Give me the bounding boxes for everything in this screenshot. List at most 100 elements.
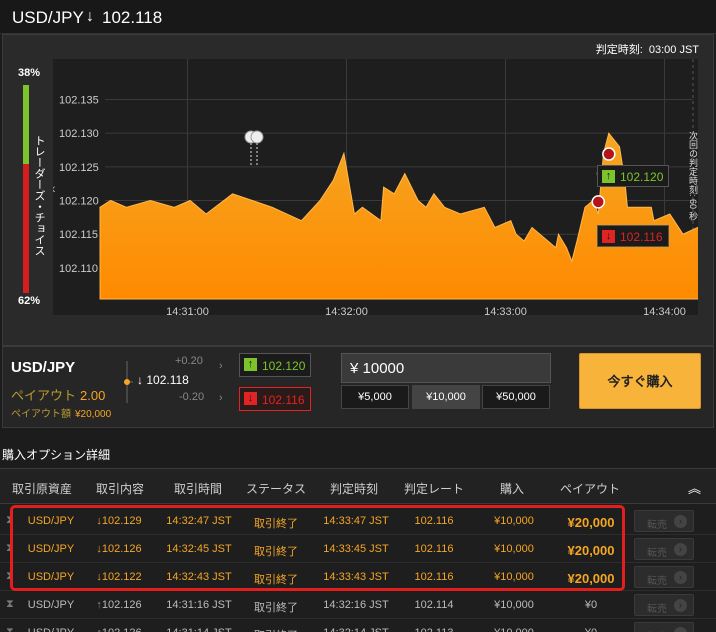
table-row[interactable]: ⧗ USD/JPY ↓102.122 14:32:43 JST 取引終了 14:33:43… <box>0 563 716 591</box>
y-tick-label: 102.115 <box>59 229 98 241</box>
cell-time: 14:32:47 JST <box>166 515 232 527</box>
trader-up-fill <box>23 85 29 165</box>
collapse-icon[interactable]: ︽ <box>688 478 701 497</box>
amount-input[interactable]: ¥ 10000 <box>341 353 551 383</box>
y-tick-label: 102.110 <box>59 263 98 275</box>
title-bar: USD/JPY ↓ 102.118 <box>0 0 716 34</box>
cell-rate: ↑102.126 <box>96 599 142 611</box>
trader-up-percent: 38% <box>17 67 41 79</box>
trader-down-percent: 62% <box>17 295 41 307</box>
resale-button[interactable]: 転売› <box>634 622 694 632</box>
cell-pair: USD/JPY <box>27 543 75 555</box>
current-rate-dot <box>124 379 130 385</box>
next-judge-label: 次回の判定時刻: 60 秒 <box>688 131 698 221</box>
resale-button[interactable]: 転売› <box>634 594 694 616</box>
column-header-asset: 取引原資産 <box>11 482 72 496</box>
cell-judge-rate: 102.114 <box>414 599 454 611</box>
svg-text:›: › <box>219 360 223 372</box>
range-up: +0.20 <box>175 355 203 367</box>
purchase-details-table: 取引原資産 取引内容 取引時間 ステータス 判定時刻 判定レート 購入 ペイアウ… <box>0 468 716 632</box>
table-row[interactable]: ⧗ USD/JPY ↓102.129 14:32:47 JST 取引終了 14:33:47… <box>0 507 716 535</box>
payout-amount: ペイアウト額 ¥20,000 <box>11 409 112 420</box>
cell-pair: USD/JPY <box>26 627 76 632</box>
payout-rate: ペイアウト 2.00 <box>11 388 106 403</box>
column-header-content: 取引内容 <box>95 482 144 496</box>
resale-button[interactable]: 転売› <box>634 510 694 532</box>
x-tick-label: 14:32:00 <box>325 306 368 315</box>
y-tick-label: 102.135 <box>59 95 99 107</box>
hourglass-icon: ⧗ <box>6 514 14 526</box>
y-tick-label: 102.130 <box>59 128 99 140</box>
chevron-right-icon: › <box>674 543 687 556</box>
resale-button[interactable]: 転売› <box>634 566 694 588</box>
x-tick-label: 14:33:00 <box>484 306 527 315</box>
hourglass-icon: ⧗ <box>6 542 14 554</box>
cell-judge: 14:33:43 JST <box>323 571 389 583</box>
hourglass-icon: ⧗ <box>6 626 14 632</box>
preset-50000-button[interactable]: ¥50,000 <box>482 385 550 409</box>
cell-status: 取引終了 <box>254 574 298 586</box>
column-header-status: ステータス <box>245 482 306 496</box>
cell-rate: ↓102.122 <box>96 571 142 583</box>
low-button[interactable]: ↓ 102.116 <box>239 387 311 411</box>
cell-rate: ↑102.126 <box>84 627 154 632</box>
cell-pair: USD/JPY <box>27 515 75 527</box>
column-header-time: 取引時間 <box>173 482 222 496</box>
cell-judge-rate: 102.116 <box>414 543 454 555</box>
hourglass-icon: ⧗ <box>6 598 14 610</box>
table-row[interactable]: ⧗ USD/JPY ↑102.126 14:31:16 JST 取引終了 14:32:16… <box>0 591 716 619</box>
high-button[interactable]: ↑ 102.120 <box>239 353 311 377</box>
chevron-right-icon: › <box>674 571 687 584</box>
x-tick-label: 14:31:00 <box>166 306 209 315</box>
order-current-rate: ↓ 102.118 <box>137 373 189 387</box>
cell-time: 14:31:16 JST <box>166 599 232 611</box>
low-rate-marker: ↓ 102.116 <box>597 225 669 247</box>
cell-payout: ¥20,000 <box>567 571 615 586</box>
cell-judge: 14:32:16 JST <box>323 599 389 611</box>
hourglass-icon: ⧗ <box>6 570 14 582</box>
preset-10000-button[interactable]: ¥10,000 <box>412 385 480 409</box>
price-chart-svg: 102.135 102.130 102.125 102.120 102.115 102.1… <box>53 59 698 315</box>
cell-judge-rate: 102.113 <box>404 627 464 632</box>
cell-pair: USD/JPY <box>27 599 75 611</box>
cell-payout: ¥0 <box>558 627 624 632</box>
purchase-details-title: 購入オプション詳細 <box>2 448 111 462</box>
price-chart[interactable]: 102.135 102.130 102.125 102.120 102.115 102.1… <box>53 59 698 315</box>
cell-payout: ¥0 <box>584 599 598 611</box>
cell-payout: ¥20,000 <box>567 543 615 558</box>
resale-button[interactable]: 転売› <box>634 538 694 560</box>
trader-choice-bar <box>23 85 29 293</box>
chevron-right-icon: › <box>674 599 687 612</box>
table-row[interactable]: ⧗ USD/JPY ↓102.126 14:32:45 JST 取引終了 14:33:45… <box>0 535 716 563</box>
cell-rate: ↓102.129 <box>96 515 142 527</box>
cell-judge-rate: 102.116 <box>414 571 454 583</box>
cell-time: 14:31:14 JST <box>162 627 236 632</box>
chevron-left-icon: ‹ <box>53 180 56 196</box>
cell-payout: ¥20,000 <box>567 515 615 530</box>
svg-text:›: › <box>219 392 223 404</box>
cell-time: 14:32:45 JST <box>166 543 232 555</box>
cell-purchase: ¥10,000 <box>494 543 534 555</box>
buy-now-button[interactable]: 今すぐ購入 <box>579 353 701 409</box>
entry-marker <box>591 195 605 209</box>
cell-judge: 14:33:47 JST <box>323 515 389 527</box>
cell-status: 取引終了 <box>254 602 298 614</box>
down-arrow-icon: ↓ <box>86 8 94 25</box>
table-row[interactable]: ⧗ USD/JPY ↑102.126 14:31:14 JST 取引終了 14:32:14… <box>0 619 716 632</box>
down-arrow-icon: ↓ <box>244 392 257 405</box>
entry-marker <box>602 147 616 161</box>
cell-status: 取引終了 <box>254 546 298 558</box>
order-panel: USD/JPY ペイアウト 2.00 ペイアウト額 ¥20,000 › › ↓ 10… <box>2 346 714 428</box>
trader-choice-gauge: 38% トレーダーズ・チョイス 62% <box>9 65 49 307</box>
x-tick-label: 14:34:00 <box>643 306 686 315</box>
column-header-purchase: 購入 <box>499 482 524 496</box>
trader-choice-label: トレーダーズ・チョイス <box>33 135 45 256</box>
cell-status: 取引終了 <box>254 518 298 530</box>
chevron-right-icon: › <box>674 515 687 528</box>
range-down: -0.20 <box>179 391 205 403</box>
cell-judge-rate: 102.116 <box>414 515 454 527</box>
cell-status: 取引終了 <box>246 627 306 632</box>
cell-purchase: ¥10,000 <box>494 515 534 527</box>
up-arrow-icon: ↑ <box>244 358 257 371</box>
preset-5000-button[interactable]: ¥5,000 <box>341 385 409 409</box>
